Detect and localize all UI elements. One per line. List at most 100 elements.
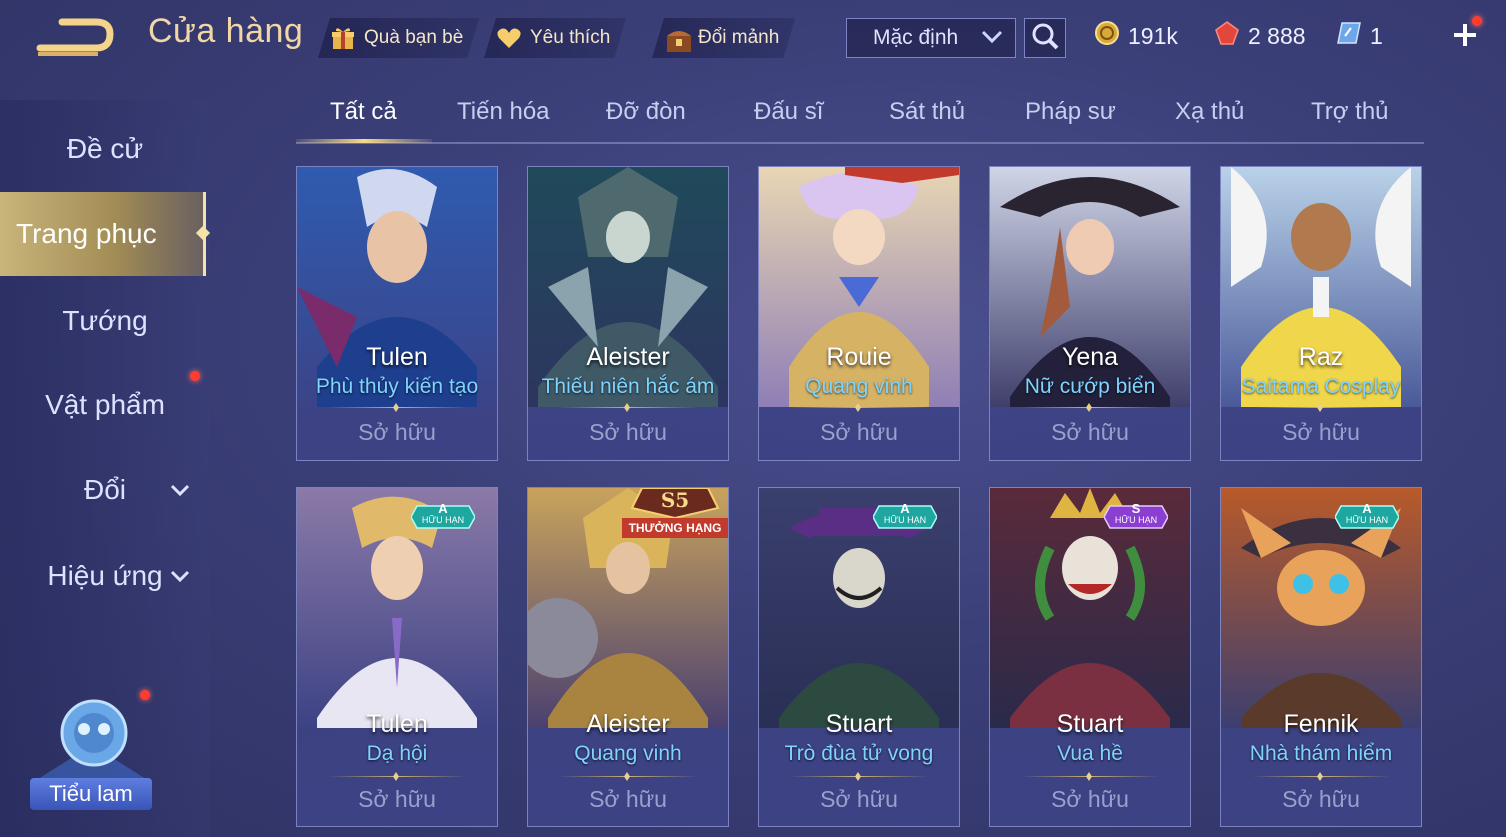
favorite-label: Yêu thích: [530, 27, 611, 48]
owned-status: Sở hữu: [820, 786, 898, 812]
voucher-currency: 1: [1336, 20, 1383, 52]
exchange-shards-label: Đổi mảnh: [698, 27, 780, 48]
gem-amount: 2 888: [1248, 22, 1306, 49]
badge-grade: A: [438, 501, 448, 516]
premium-season-badge: S5 THƯỞNG HẠNG: [622, 488, 728, 544]
skin-card[interactable]: S5 THƯỞNG HẠNG Aleister Quang vinh Sở hữ…: [527, 487, 729, 827]
skin-card[interactable]: A HỮU HẠN Fennik Nhà thám hiểm Sở hữu: [1220, 487, 1422, 827]
voucher-card-icon: [1336, 20, 1362, 52]
badge-text: THƯỞNG HẠNG: [628, 521, 722, 535]
favorite-button[interactable]: Yêu thích: [484, 18, 626, 58]
gold-currency: 191k: [1094, 20, 1178, 52]
search-icon: [1031, 22, 1059, 55]
sidebar-item-label: Tướng: [62, 305, 148, 336]
skin-name: Thiếu niên hắc ám: [541, 375, 715, 398]
tab-support[interactable]: Trợ thủ: [1311, 98, 1389, 126]
chevron-down-icon: [170, 479, 190, 502]
sidebar-item-recommended[interactable]: Đề cử: [0, 114, 210, 184]
hero-name: Raz: [1298, 343, 1344, 371]
owned-status: Sở hữu: [1282, 419, 1360, 445]
sort-value: Mặc định: [873, 26, 959, 49]
back-arrow-icon[interactable]: [36, 14, 116, 60]
divider-ornament-icon: [1086, 772, 1092, 781]
skin-name: Nữ cướp biển: [1024, 375, 1156, 398]
skin-name: Trò đùa tử vong: [784, 742, 934, 765]
sort-dropdown[interactable]: Mặc định: [846, 18, 1016, 58]
chest-icon: [664, 25, 690, 51]
tab-marksman[interactable]: Xạ thủ: [1175, 98, 1244, 126]
skin-name: Dạ hội: [366, 742, 428, 765]
skin-card[interactable]: A HỮU HẠN Tulen Dạ hội Sở hữu: [296, 487, 498, 827]
hero-name: Tulen: [366, 343, 428, 371]
friend-gift-button[interactable]: Quà bạn bè: [318, 18, 479, 58]
tab-assassin[interactable]: Sát thủ: [889, 98, 965, 126]
plus-icon: [1448, 24, 1482, 56]
badge-text: HỮU HẠN: [883, 515, 927, 525]
red-gem-icon: [1214, 20, 1240, 52]
sidebar-item-label: Vật phẩm: [45, 389, 165, 420]
chevron-down-icon: [170, 565, 190, 588]
owned-status: Sở hữu: [358, 786, 436, 812]
badge-text: HỮU HẠN: [1345, 515, 1389, 525]
tab-fighter[interactable]: Đấu sĩ: [754, 98, 823, 126]
owned-status: Sở hữu: [589, 786, 667, 812]
divider-ornament-icon: [1317, 772, 1323, 781]
badge-grade: S: [1131, 501, 1141, 516]
sidebar-item-label: Đề cử: [66, 133, 144, 164]
limited-badge: A HỮU HẠN: [872, 501, 938, 532]
search-button[interactable]: [1024, 18, 1066, 58]
notification-dot: [140, 690, 150, 700]
hero-name: Fennik: [1283, 710, 1359, 738]
notification-dot: [190, 371, 200, 381]
tab-tank[interactable]: Đỡ đòn: [606, 98, 686, 126]
skin-name: Vua hề: [1057, 742, 1123, 765]
notification-dot: [1472, 16, 1482, 26]
sidebar-item-label: Trang phục: [16, 218, 157, 249]
owned-status: Sở hữu: [1051, 419, 1129, 445]
sidebar-item-heroes[interactable]: Tướng: [0, 286, 210, 356]
limited-badge: A HỮU HẠN: [410, 501, 476, 532]
tab-mage[interactable]: Pháp sư: [1025, 98, 1116, 126]
skin-card[interactable]: Raz Saitama Cosplay Sở hữu: [1220, 166, 1422, 461]
page-title: Cửa hàng: [148, 12, 304, 50]
skin-card[interactable]: Yena Nữ cướp biển Sở hữu: [989, 166, 1191, 461]
sidebar-item-exchange[interactable]: Đổi: [0, 455, 210, 525]
badge-grade: A: [900, 501, 910, 516]
skin-card[interactable]: S HỮU HẠN Stuart Vua hề Sở hữu: [989, 487, 1191, 827]
owned-status: Sở hữu: [1051, 786, 1129, 812]
skin-name: Saitama Cosplay: [1241, 375, 1401, 398]
hero-name: Aleister: [586, 343, 670, 371]
active-tab-indicator: [296, 139, 432, 143]
voucher-amount: 1: [1370, 22, 1383, 49]
sidebar-item-effects[interactable]: Hiệu ứng: [0, 541, 210, 611]
sidebar-item-items[interactable]: Vật phẩm: [0, 370, 210, 440]
friend-gift-label: Quà bạn bè: [364, 27, 464, 48]
divider-ornament-icon: [624, 772, 630, 781]
sidebar-item-label: Hiệu ứng: [47, 560, 163, 591]
skin-card[interactable]: Tulen Phù thủy kiến tạo Sở hữu: [296, 166, 498, 461]
skin-card[interactable]: Rouie Quang vinh Sở hữu: [758, 166, 960, 461]
hero-name: Tulen: [366, 710, 428, 738]
top-bar: Cửa hàng Quà bạn bè Yêu thích Đổi mảnh M…: [0, 0, 1506, 80]
tab-evolution[interactable]: Tiến hóa: [457, 98, 550, 126]
exchange-shards-button[interactable]: Đổi mảnh: [652, 18, 795, 58]
sidebar-item-label: Đổi: [83, 474, 126, 505]
sidebar-item-skins[interactable]: Trang phục: [0, 192, 211, 276]
skin-card[interactable]: A HỮU HẠN Stuart Trò đùa tử vong Sở hữu: [758, 487, 960, 827]
companion-name: Tiểu lam: [30, 778, 152, 810]
skin-card[interactable]: Aleister Thiếu niên hắc ám Sở hữu: [527, 166, 729, 461]
divider-ornament-icon: [393, 772, 399, 781]
tab-all[interactable]: Tất cả: [330, 98, 397, 126]
gift-icon: [330, 25, 356, 51]
skin-name: Quang vinh: [574, 742, 682, 765]
hero-name: Yena: [1061, 343, 1119, 371]
limited-badge: A HỮU HẠN: [1334, 501, 1400, 532]
active-marker-icon: [195, 225, 211, 241]
premium-ribbon-icon: [845, 167, 959, 183]
skin-name: Phù thủy kiến tạo: [315, 375, 479, 398]
category-tabs: Tất cả Tiến hóa Đỡ đòn Đấu sĩ Sát thủ Ph…: [296, 92, 1424, 144]
owned-status: Sở hữu: [1282, 786, 1360, 812]
chevron-down-icon: [981, 26, 1003, 50]
hero-name: Stuart: [1056, 710, 1124, 738]
divider-ornament-icon: [855, 772, 861, 781]
